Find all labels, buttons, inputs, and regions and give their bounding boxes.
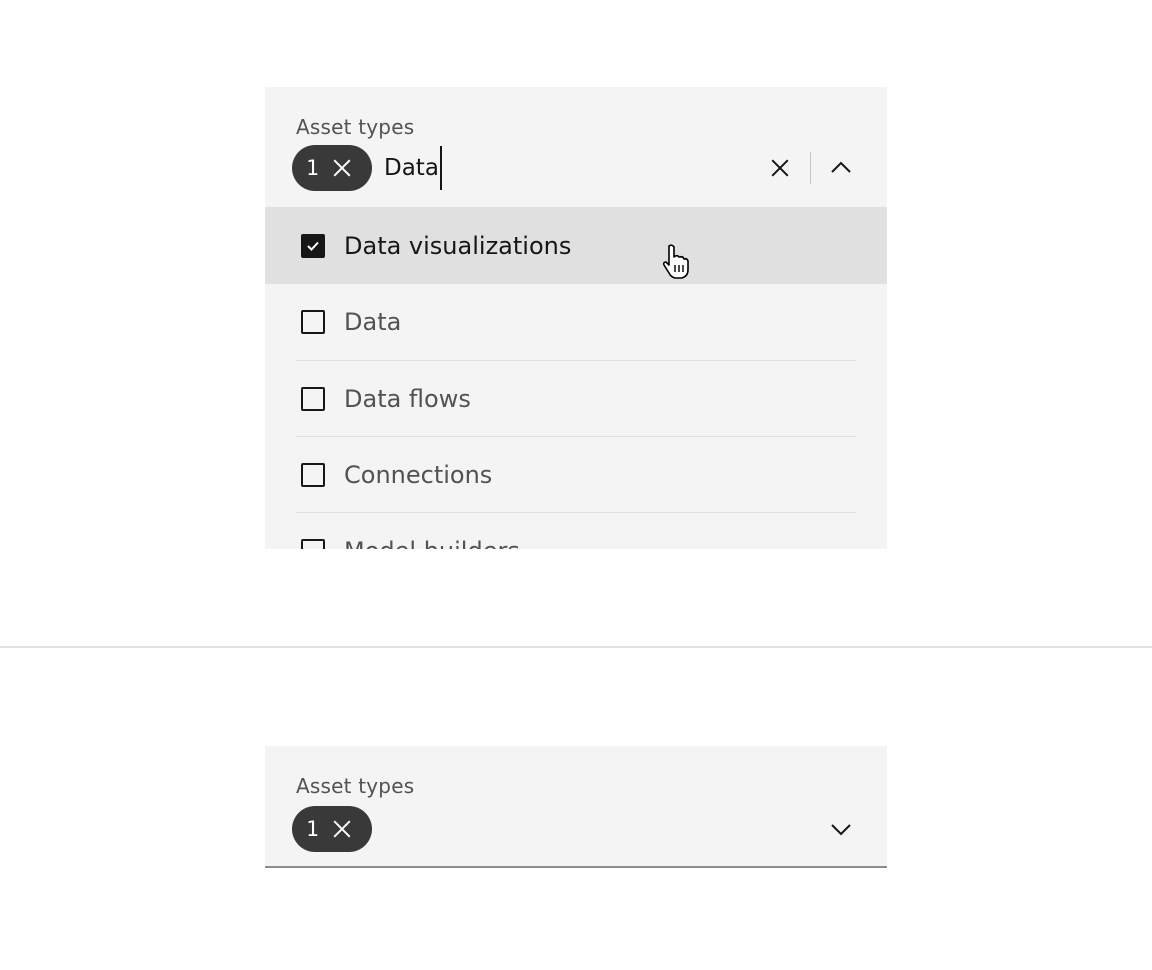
chevron-down-icon[interactable] [828,816,854,842]
checkbox[interactable] [301,462,325,487]
option-connections[interactable]: Connections [265,436,887,512]
selected-count: 1 [306,817,319,841]
option-label: Connections [344,460,493,489]
field-label: Asset types [296,774,415,798]
selected-count-tag: 1 [292,806,372,852]
option-label: Data flows [344,384,471,413]
checkbox-checked[interactable] [301,234,325,258]
option-label: Data [344,308,402,336]
selected-count: 1 [306,156,319,180]
asset-types-combobox-open: Asset types 1 Data Data visualizations D… [265,87,887,549]
separator [810,152,811,184]
option-data-flows[interactable]: Data flows [265,360,887,436]
chevron-up-icon[interactable] [828,155,854,181]
combobox-input-row[interactable]: 1 Data [292,145,887,191]
filter-input-value: Data [384,155,439,181]
combobox-input-row[interactable]: 1 [292,806,887,852]
filter-input[interactable]: Data [384,146,442,190]
close-icon[interactable] [333,159,351,177]
checkbox[interactable] [301,538,325,549]
option-label: Data visualizations [344,232,572,260]
selected-count-tag: 1 [292,145,372,191]
close-icon[interactable] [771,159,789,177]
option-model-builders[interactable]: Model builders [265,512,887,549]
field-label: Asset types [296,115,415,139]
option-data-visualizations[interactable]: Data visualizations [265,208,887,284]
options-menu: Data visualizations Data Data flows Conn… [265,207,887,549]
option-data[interactable]: Data [265,284,887,360]
checkbox[interactable] [301,386,325,411]
section-divider [0,646,1152,648]
asset-types-combobox-closed[interactable]: Asset types 1 [265,746,887,868]
text-caret [439,146,442,190]
close-icon[interactable] [333,820,351,838]
option-label: Model builders [344,537,520,550]
checkbox[interactable] [301,310,325,334]
